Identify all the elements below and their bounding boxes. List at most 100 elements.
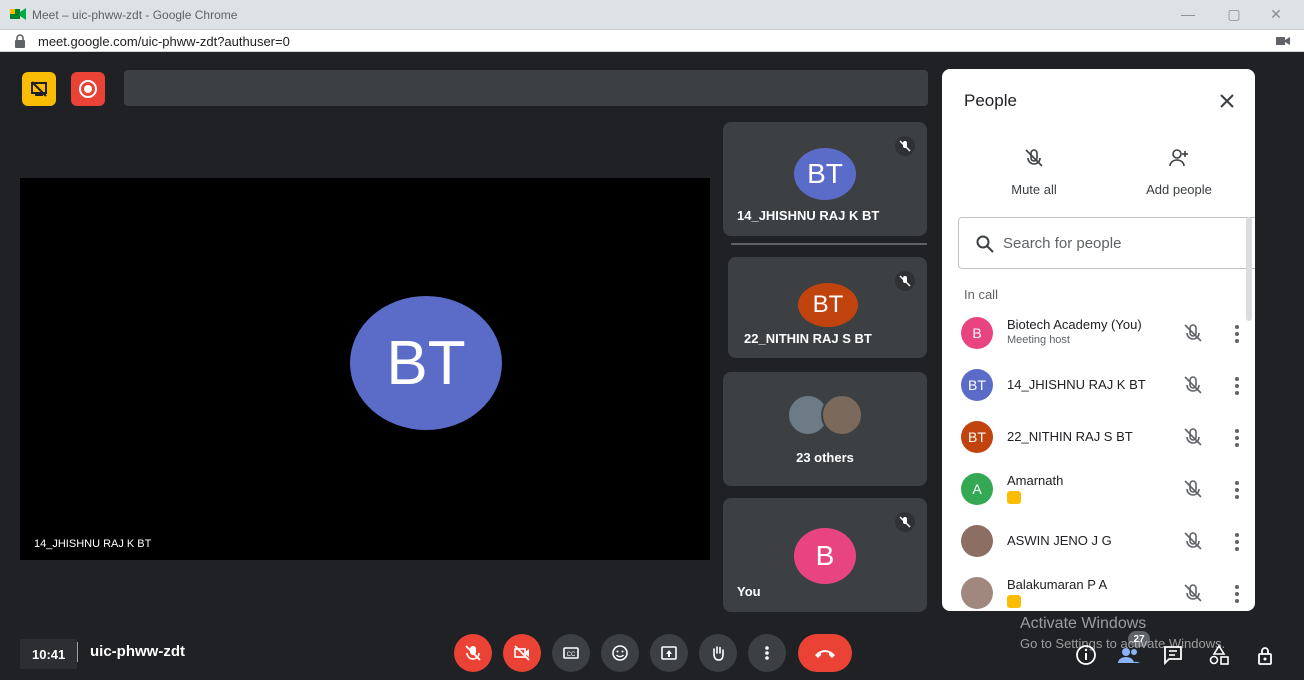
host-controls-button[interactable] [1252,642,1278,668]
participant-tile[interactable]: BT 22_NITHIN RAJ S BT [728,257,927,358]
others-tile[interactable]: 23 others [723,372,927,486]
meeting-stage: BT 14_JHISHNU RAJ K BT BT 14_JHISHNU RAJ… [0,52,1304,680]
main-avatar: BT [350,296,502,430]
record-icon [79,80,97,98]
mic-off-icon [895,136,915,156]
hang-up-icon [815,650,835,658]
mic-toggle-button[interactable] [454,634,492,672]
camera-in-use-icon[interactable] [1276,35,1290,47]
present-screen-icon [661,646,677,660]
participant-row[interactable]: A Amarnath [942,463,1255,515]
others-count: 23 others [796,450,854,465]
more-options-icon[interactable] [1229,323,1245,345]
tile-name: You [737,584,761,599]
google-meet-logo-icon [10,8,26,20]
participant-row[interactable]: Balakumaran P A [942,567,1255,611]
participant-avatar: B [961,317,993,349]
captions-button[interactable]: CC [552,634,590,672]
self-tile[interactable]: B You [723,498,927,612]
captions-icon: CC [563,647,579,659]
more-options-icon[interactable] [1229,531,1245,553]
panel-scrollbar[interactable] [1246,217,1252,321]
mic-off-icon [895,512,915,532]
meeting-code[interactable]: uic-phww-zdt [90,643,185,660]
more-options-icon[interactable] [1229,375,1245,397]
tile-avatar: BT [798,283,858,327]
mic-off-icon [465,645,481,661]
leave-call-button[interactable] [798,634,852,672]
tile-name: 14_JHISHNU RAJ K BT [737,208,880,223]
tile-divider [731,243,927,245]
more-options-icon[interactable] [1229,583,1245,605]
mic-off-icon[interactable] [1182,426,1204,448]
svg-text:CC: CC [567,652,576,658]
host-lock-icon [1258,647,1272,665]
main-video-tile[interactable]: BT 14_JHISHNU RAJ K BT [20,178,710,560]
participant-tile[interactable]: BT 14_JHISHNU RAJ K BT [723,122,927,236]
tile-avatar: B [794,528,856,584]
address-bar[interactable]: meet.google.com/uic-phww-zdt?authuser=0 [0,30,1304,52]
mic-off-icon[interactable] [1182,582,1204,604]
raise-hand-button[interactable] [699,634,737,672]
panel-title: People [964,91,1017,110]
more-options-button[interactable] [748,634,786,672]
participant-row[interactable]: B Biotech Academy (You) Meeting host [942,307,1255,359]
lock-icon [15,34,25,48]
participant-name: 14_JHISHNU RAJ K BT [1007,377,1146,392]
camera-toggle-button[interactable] [503,634,541,672]
no-screen-share-icon [31,81,47,97]
presenting-badge-icon [1007,491,1021,504]
participant-avatar: BT [961,369,993,401]
participant-photo [961,525,993,557]
add-people-button[interactable]: Add people [1129,147,1229,197]
participant-name: Balakumaran P A [1007,577,1108,592]
minimize-button[interactable]: — [1174,4,1202,24]
participant-name: ASWIN JENO J G [1007,533,1112,548]
mute-all-button[interactable]: Mute all [984,147,1084,197]
tile-name: 22_NITHIN RAJ S BT [744,331,872,346]
in-call-heading: In call [964,287,998,302]
windows-activation-watermark: Activate Windows Go to Settings to activ… [1020,614,1225,654]
recording-indicator[interactable] [71,72,105,106]
more-options-icon[interactable] [1229,427,1245,449]
participant-row[interactable]: BT 14_JHISHNU RAJ K BT [942,359,1255,411]
mic-off-icon[interactable] [1182,374,1204,396]
browser-title-bar: Meet – uic-phww-zdt - Google Chrome — ▢ … [0,0,1304,30]
close-window-button[interactable]: ✕ [1262,4,1290,24]
participant-name: Biotech Academy (You) [1007,317,1142,332]
mute-all-label: Mute all [1011,182,1057,197]
watermark-line2: Go to Settings to activate Windows. [1020,636,1226,651]
presenting-badge-icon [1007,595,1021,608]
mic-off-icon [1025,149,1043,167]
tile-avatar: BT [794,148,856,200]
mic-off-icon[interactable] [1182,478,1204,500]
search-people-input[interactable] [1003,232,1243,254]
watermark-line1: Activate Windows [1020,615,1147,632]
camera-off-icon [514,645,530,661]
more-options-icon[interactable] [1229,479,1245,501]
participant-photo [961,577,993,609]
participant-avatar: A [961,473,993,505]
close-panel-button[interactable] [1215,89,1239,113]
reactions-button[interactable] [601,634,639,672]
present-now-button[interactable] [650,634,688,672]
presentation-indicator[interactable] [22,72,56,106]
maximize-button[interactable]: ▢ [1220,4,1248,24]
people-panel: People Mute all Add people In call B Bio… [942,69,1255,611]
participant-row[interactable]: BT 22_NITHIN RAJ S BT [942,411,1255,463]
participant-avatar: BT [961,421,993,453]
window-title: Meet – uic-phww-zdt - Google Chrome [32,8,238,22]
url-text[interactable]: meet.google.com/uic-phww-zdt?authuser=0 [38,34,290,49]
mic-off-icon[interactable] [1182,322,1204,344]
close-icon [1220,94,1234,108]
search-icon [976,235,994,253]
participant-row[interactable]: ASWIN JENO J G [942,515,1255,567]
participant-name: 22_NITHIN RAJ S BT [1007,429,1133,444]
hand-icon [713,646,724,661]
main-video-name: 14_JHISHNU RAJ K BT [34,538,152,550]
participant-role: Meeting host [1007,334,1070,346]
mic-off-icon[interactable] [1182,530,1204,552]
search-box[interactable] [958,217,1255,269]
participant-photo [821,394,863,436]
top-info-bar [124,70,928,106]
